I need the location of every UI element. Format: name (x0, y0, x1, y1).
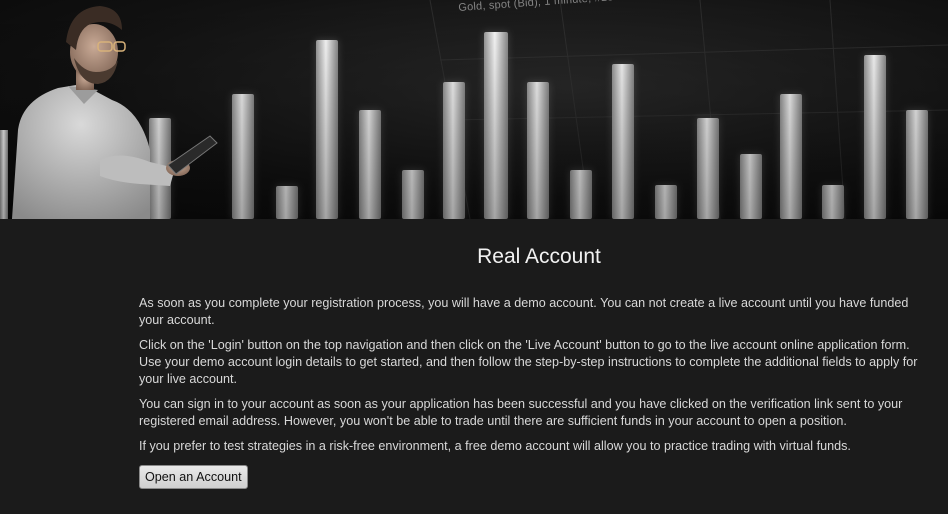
paragraph-sign-in: You can sign in to your account as soon … (139, 397, 903, 428)
paragraph-demo-account: If you prefer to test strategies in a ri… (139, 439, 851, 453)
page-title: Real Account (477, 245, 601, 268)
open-account-button[interactable]: Open an Account (139, 465, 248, 489)
content-body: As soon as you complete your registratio… (139, 295, 935, 489)
hero-image (0, 0, 948, 219)
hero-banner: Gold, spot (Bid), 1 minute, #159 /300, L… (0, 0, 948, 219)
paragraph-registration: As soon as you complete your registratio… (139, 296, 909, 327)
paragraph-login-instructions: Click on the 'Login' button on the top n… (139, 338, 918, 386)
content-panel: Real Account As soon as you complete you… (0, 219, 948, 514)
